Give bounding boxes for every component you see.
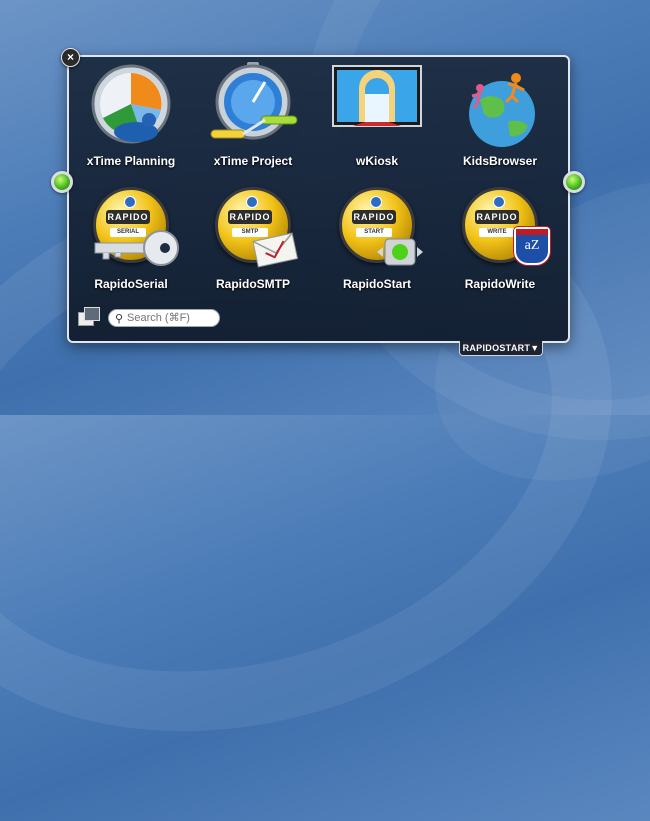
kiosk-gate-icon <box>327 60 427 152</box>
app-label: RapidoStart <box>342 277 411 291</box>
app-label: wKiosk <box>355 154 398 168</box>
medal-brand: RAPIDO <box>475 210 519 224</box>
app-rapidostart[interactable]: RAPIDO START RapidoStart <box>317 183 437 291</box>
resize-handle-right[interactable] <box>563 171 585 193</box>
app-label: RapidoSerial <box>94 277 168 291</box>
key-icon <box>94 230 179 266</box>
resize-handle-left[interactable] <box>51 171 73 193</box>
az-badge-icon: aZ <box>514 227 550 265</box>
rapido-serial-icon: RAPIDO SERIAL <box>81 183 181 275</box>
app-xtime-project[interactable]: xTime Project <box>193 60 313 168</box>
envelope-icon <box>252 232 299 268</box>
rapidostart-menu-tab[interactable]: RAPIDOSTART▼ <box>459 341 543 356</box>
stopwatch-icon <box>203 60 303 152</box>
window-switch-icon[interactable] <box>78 307 100 327</box>
rapido-smtp-icon: RAPIDO SMTP <box>203 183 303 275</box>
medal-sub: WRITE <box>479 228 515 237</box>
app-rapidowrite[interactable]: RAPIDO WRITE aZ RapidoWrite <box>440 183 560 291</box>
app-rapidoserial[interactable]: RAPIDO SERIAL RapidoSerial <box>71 183 191 291</box>
app-label: RapidoSMTP <box>216 277 290 291</box>
app-wkiosk[interactable]: wKiosk <box>317 60 437 168</box>
app-rapidosmtp[interactable]: RAPIDO SMTP RapidoSMTP <box>193 183 313 291</box>
rapido-write-icon: RAPIDO WRITE aZ <box>450 183 550 275</box>
app-xtime-planning[interactable]: xTime Planning <box>71 60 191 168</box>
globe-kids-icon <box>450 60 550 152</box>
rapido-start-icon: RAPIDO START <box>327 183 427 275</box>
medal-sub: START <box>356 228 392 237</box>
app-label: xTime Project <box>213 154 293 168</box>
medal-brand: RAPIDO <box>106 210 150 224</box>
app-label: KidsBrowser <box>462 154 538 168</box>
pie-clock-icon <box>81 60 181 152</box>
medal-brand: RAPIDO <box>228 210 272 224</box>
search-field[interactable]: ⚲ <box>108 309 220 327</box>
search-icon: ⚲ <box>115 313 124 325</box>
app-label: xTime Planning <box>86 154 176 168</box>
close-button[interactable]: × <box>61 48 80 67</box>
app-label: RapidoWrite <box>464 277 536 291</box>
app-kidsbrowser[interactable]: KidsBrowser <box>440 60 560 168</box>
start-button-icon <box>377 238 423 266</box>
medal-brand: RAPIDO <box>352 210 396 224</box>
search-input[interactable] <box>127 310 215 326</box>
